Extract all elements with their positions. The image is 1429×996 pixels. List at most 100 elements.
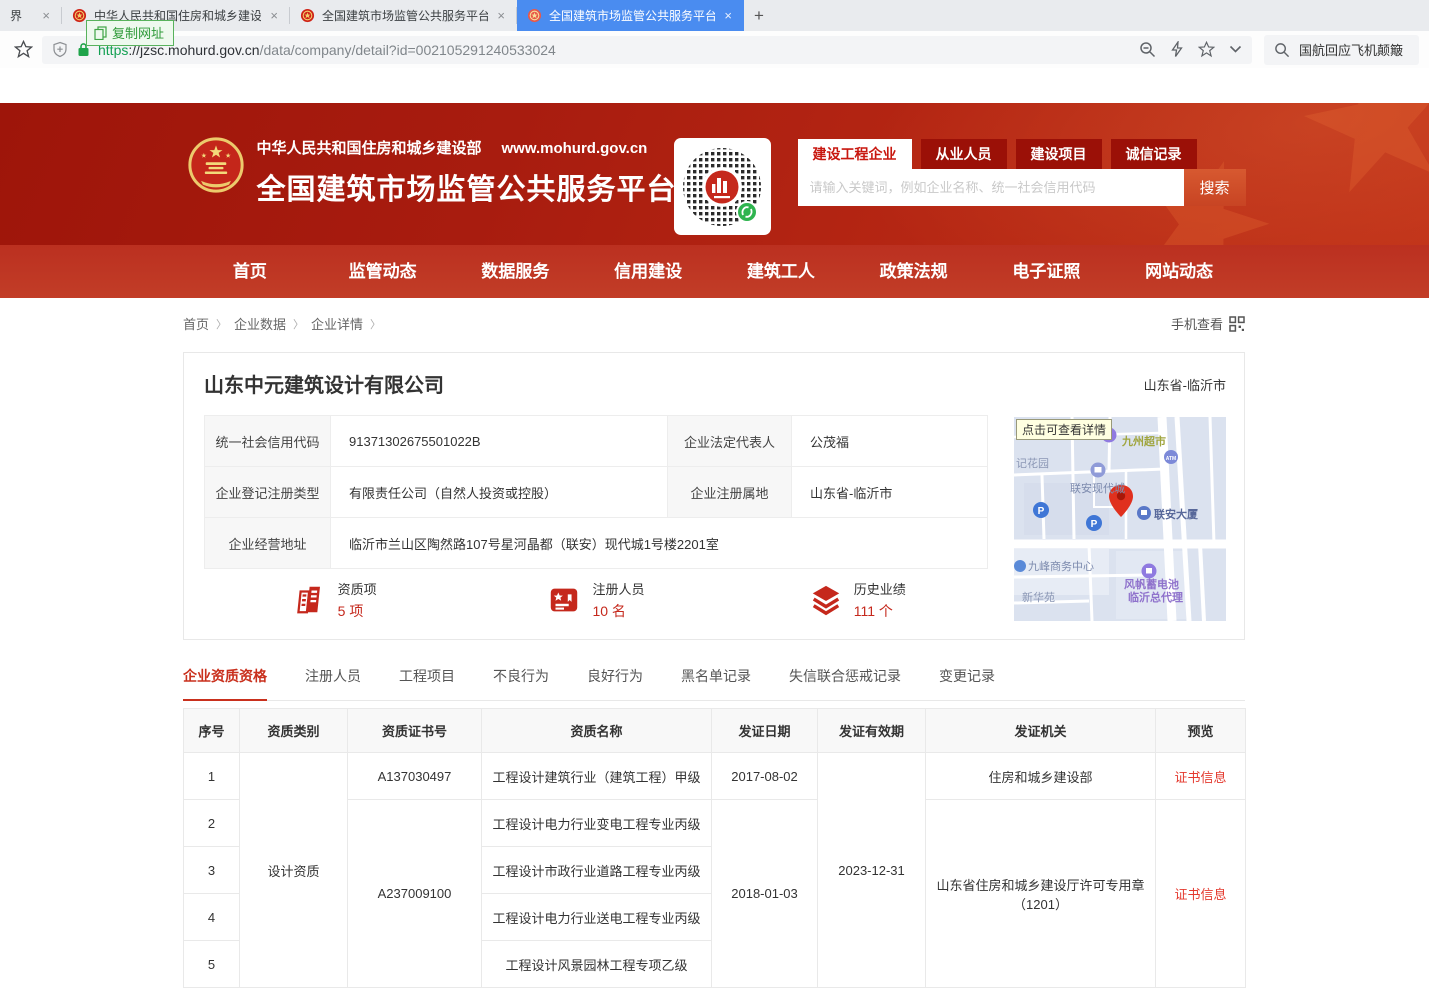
stat-history-label: 历史业绩 xyxy=(854,579,906,598)
location-map[interactable]: ATM P P 九州超市 记花园 联安现代城 联安大厦 九峰商务中心 新华苑 风… xyxy=(1014,417,1226,621)
nav-item-home[interactable]: 首页 xyxy=(184,245,317,298)
row-index: 1 xyxy=(184,753,240,800)
reg-type-value: 有限责任公司（自然人投资或控股） xyxy=(331,467,668,518)
tab-projects[interactable]: 工程项目 xyxy=(399,666,455,700)
url-text[interactable]: https://jzsc.mohurd.gov.cn/data/company/… xyxy=(98,42,1129,58)
map-atm-label: ATM xyxy=(1166,456,1176,462)
row-index: 3 xyxy=(184,847,240,894)
header-search-panel: 建设工程企业 从业人员 建设项目 诚信记录 搜索 xyxy=(798,139,1246,206)
valid-until-date: 2023-12-31 xyxy=(818,753,926,988)
tab-close-icon[interactable]: × xyxy=(495,8,507,23)
ministry-url: www.mohurd.gov.cn xyxy=(502,140,648,157)
certificate-info-link[interactable]: 证书信息 xyxy=(1174,887,1226,902)
keyword-search-input[interactable] xyxy=(798,169,1184,206)
chevron-down-icon[interactable] xyxy=(1229,45,1242,54)
breadcrumb-separator: 〉 xyxy=(370,316,381,332)
credit-code-value: 91371302675501022B xyxy=(331,416,668,467)
screen: 界 × 中华人民共和国住房和城乡建设 × 全国建筑市场监管公共服务平台 × 全国… xyxy=(0,0,1429,996)
issue-date: 2017-08-02 xyxy=(712,753,818,800)
zoom-out-icon[interactable] xyxy=(1139,41,1156,58)
qualification-table: 序号 资质类别 资质证书号 资质名称 发证日期 发证有效期 发证机关 预览 1 … xyxy=(183,708,1246,988)
col-header-preview: 预览 xyxy=(1156,709,1246,753)
col-header-index: 序号 xyxy=(184,709,240,753)
nav-item-certificate[interactable]: 电子证照 xyxy=(980,245,1113,298)
breadcrumb-company-detail[interactable]: 企业详情 xyxy=(311,314,363,333)
search-tab-personnel[interactable]: 从业人员 xyxy=(921,139,1007,169)
nav-item-credit[interactable]: 信用建设 xyxy=(582,245,715,298)
detail-tabs: 企业资质资格 注册人员 工程项目 不良行为 良好行为 黑名单记录 失信联合惩戒记… xyxy=(183,666,1245,701)
stat-qualifications-value: 5 项 xyxy=(338,601,377,621)
browser-tab-active[interactable]: 全国建筑市场监管公共服务平台 × xyxy=(517,0,744,31)
browser-tab-0[interactable]: 界 × xyxy=(0,0,62,31)
url-field[interactable]: https://jzsc.mohurd.gov.cn/data/company/… xyxy=(42,36,1252,64)
qr-code xyxy=(681,146,763,228)
shield-permission-icon[interactable] xyxy=(52,41,68,58)
tab-change-records[interactable]: 变更记录 xyxy=(939,666,995,700)
map-parking-icon: P xyxy=(1091,519,1098,530)
wechat-qr-card xyxy=(674,138,771,235)
stat-registered-personnel[interactable]: 注册人员 10 名 xyxy=(465,579,726,621)
qr-code-icon[interactable] xyxy=(1229,316,1245,332)
tab-dishonesty[interactable]: 失信联合惩戒记录 xyxy=(789,666,901,700)
quick-search-box[interactable]: 国航回应飞机颠簸 xyxy=(1264,35,1419,65)
tab-close-icon[interactable]: × xyxy=(268,8,280,23)
national-emblem-logo xyxy=(188,137,244,193)
address-value: 临沂市兰山区陶然路107号星河晶都（联安）现代城1号楼2201室 xyxy=(331,518,988,569)
tab-close-icon[interactable]: × xyxy=(40,8,52,23)
stat-personnel-label: 注册人员 xyxy=(592,579,644,598)
new-tab-button[interactable]: + xyxy=(744,0,774,31)
browser-address-bar: https://jzsc.mohurd.gov.cn/data/company/… xyxy=(0,31,1429,68)
breadcrumb-home[interactable]: 首页 xyxy=(183,314,209,333)
stat-qualifications[interactable]: 资质项 5 项 xyxy=(204,579,465,621)
nav-item-workers[interactable]: 建筑工人 xyxy=(715,245,848,298)
breadcrumb-separator: 〉 xyxy=(216,316,227,332)
map-image: ATM P P 九州超市 记花园 联安现代城 联安大厦 九峰商务中心 新华苑 风… xyxy=(1014,417,1226,621)
tab-title: 全国建筑市场监管公共服务平台 xyxy=(549,7,715,24)
tab-good-behavior[interactable]: 良好行为 xyxy=(587,666,643,700)
table-row: 1 设计资质 A137030497 工程设计建筑行业（建筑工程）甲级 2017-… xyxy=(184,753,1246,800)
credit-code-label: 统一社会信用代码 xyxy=(205,416,331,467)
col-header-issue-date: 发证日期 xyxy=(712,709,818,753)
nav-item-data-service[interactable]: 数据服务 xyxy=(449,245,582,298)
stat-history-performance[interactable]: 历史业绩 111 个 xyxy=(727,579,988,621)
issuing-authority: 山东省住房和城乡建设厅许可专用章（1201） xyxy=(926,800,1156,988)
bookmark-star-icon[interactable] xyxy=(10,40,36,59)
search-tab-enterprise[interactable]: 建设工程企业 xyxy=(798,139,912,169)
reg-type-label: 企业登记注册类型 xyxy=(205,467,331,518)
mobile-view-label[interactable]: 手机查看 xyxy=(1171,314,1223,333)
qualification-name: 工程设计电力行业送电工程专业丙级 xyxy=(482,894,712,941)
search-button[interactable]: 搜索 xyxy=(1184,169,1246,206)
tab-bad-behavior[interactable]: 不良行为 xyxy=(493,666,549,700)
issuing-authority: 住房和城乡建设部 xyxy=(926,753,1156,800)
qualification-name: 工程设计市政行业道路工程专业丙级 xyxy=(482,847,712,894)
tab-title: 界 xyxy=(10,7,33,24)
nav-item-supervision[interactable]: 监管动态 xyxy=(316,245,449,298)
tab-qualifications[interactable]: 企业资质资格 xyxy=(183,666,267,701)
certificate-info-link[interactable]: 证书信息 xyxy=(1174,770,1226,785)
breadcrumb: 首页 〉 企业数据 〉 企业详情 〉 手机查看 xyxy=(183,314,1245,333)
company-info-table: 统一社会信用代码 91371302675501022B 企业法定代表人 公茂福 … xyxy=(204,415,988,569)
tab-blacklist[interactable]: 黑名单记录 xyxy=(681,666,751,700)
address-bar-actions xyxy=(1139,41,1242,58)
row-index: 4 xyxy=(184,894,240,941)
search-tab-credit[interactable]: 诚信记录 xyxy=(1111,139,1197,169)
nav-item-site-news[interactable]: 网站动态 xyxy=(1113,245,1246,298)
nav-item-policy[interactable]: 政策法规 xyxy=(847,245,980,298)
map-parking-icon: P xyxy=(1038,506,1045,517)
map-label-garden: 记花园 xyxy=(1016,457,1049,470)
tab-close-icon[interactable]: × xyxy=(722,8,734,23)
map-tooltip: 点击可查看详情 xyxy=(1016,419,1112,440)
breadcrumb-company-data[interactable]: 企业数据 xyxy=(234,314,286,333)
site-header: 中华人民共和国住房和城乡建设部 www.mohurd.gov.cn 全国建筑市场… xyxy=(0,103,1429,245)
map-label-business-center: 九峰商务中心 xyxy=(1028,559,1094,573)
col-header-authority: 发证机关 xyxy=(926,709,1156,753)
lightning-icon[interactable] xyxy=(1170,41,1184,58)
favorite-star-icon[interactable] xyxy=(1198,41,1215,58)
browser-tab-2[interactable]: 全国建筑市场监管公共服务平台 × xyxy=(290,0,517,31)
map-label-battery1: 风帆蓄电池 xyxy=(1124,577,1179,591)
search-tab-project[interactable]: 建设项目 xyxy=(1016,139,1102,169)
site-brand: 中华人民共和国住房和城乡建设部 www.mohurd.gov.cn 全国建筑市场… xyxy=(188,137,677,208)
row-index: 2 xyxy=(184,800,240,847)
breadcrumb-separator: 〉 xyxy=(293,316,304,332)
tab-registered-personnel[interactable]: 注册人员 xyxy=(305,666,361,700)
